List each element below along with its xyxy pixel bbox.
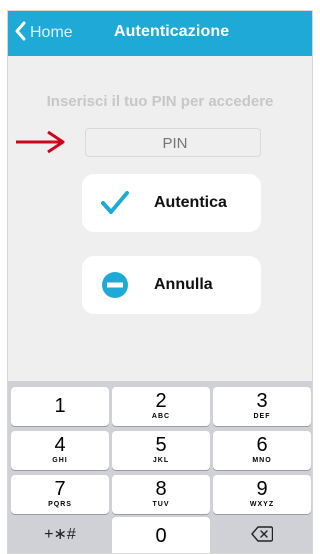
key-digit: 5 [155,434,167,456]
key-4[interactable]: 4 GHI [11,431,109,470]
key-letters: WXYZ [249,501,275,508]
cancel-button[interactable]: Annulla [82,256,261,314]
key-letters: DEF [253,413,271,420]
key-0[interactable]: 0 [112,517,210,553]
key-digit: 0 [155,525,167,547]
key-digit: 6 [256,434,268,456]
navigation-bar: Home Autenticazione [8,11,312,56]
minus-circle-icon [100,270,130,305]
key-1[interactable]: 1 [11,387,109,426]
page-title: Autenticazione [114,23,230,40]
key-letters: GHI [52,457,68,464]
key-3[interactable]: 3 DEF [213,387,311,426]
numeric-keypad: 1 2 ABC 3 DEF 4 GHI 5 JKL 6 MNO 7 PQRS 8 [8,381,312,553]
chevron-left-icon [14,21,26,46]
backspace-key[interactable] [213,515,311,553]
red-arrow-icon [8,128,68,159]
key-5[interactable]: 5 JKL [112,431,210,470]
cancel-label: Annulla [154,276,213,293]
app-frame: Home Autenticazione Inserisci il tuo PIN… [7,10,313,554]
key-symbols-label: +∗# [44,526,76,543]
pin-prompt: Inserisci il tuo PIN per accedere [46,93,274,110]
key-digit: 2 [155,390,167,412]
key-digit: 3 [256,390,268,412]
pin-field-container [85,128,264,158]
key-digit: 7 [54,478,66,500]
key-letters: ABC [151,413,171,420]
pin-input[interactable] [86,129,264,158]
authenticate-label: Autentica [154,194,227,211]
checkmark-icon [100,188,130,223]
key-digit: 4 [54,434,66,456]
key-letters: MNO [252,457,272,464]
key-digit: 9 [256,478,268,500]
key-digit: 8 [155,478,167,500]
key-letters: TUV [152,501,170,508]
back-button[interactable]: Home [14,21,73,45]
key-2[interactable]: 2 ABC [112,387,210,426]
authenticate-button[interactable]: Autentica [82,174,261,232]
backspace-icon [213,515,311,547]
key-6[interactable]: 6 MNO [213,431,311,470]
key-symbols[interactable]: +∗# [11,515,109,553]
key-7[interactable]: 7 PQRS [11,475,109,514]
key-letters: PQRS [48,501,72,508]
key-letters: JKL [152,457,170,464]
key-digit: 1 [54,395,66,417]
auth-content: Inserisci il tuo PIN per accedere Autent… [8,56,312,381]
key-9[interactable]: 9 WXYZ [213,475,311,514]
key-8[interactable]: 8 TUV [112,475,210,514]
back-label: Home [30,24,73,41]
